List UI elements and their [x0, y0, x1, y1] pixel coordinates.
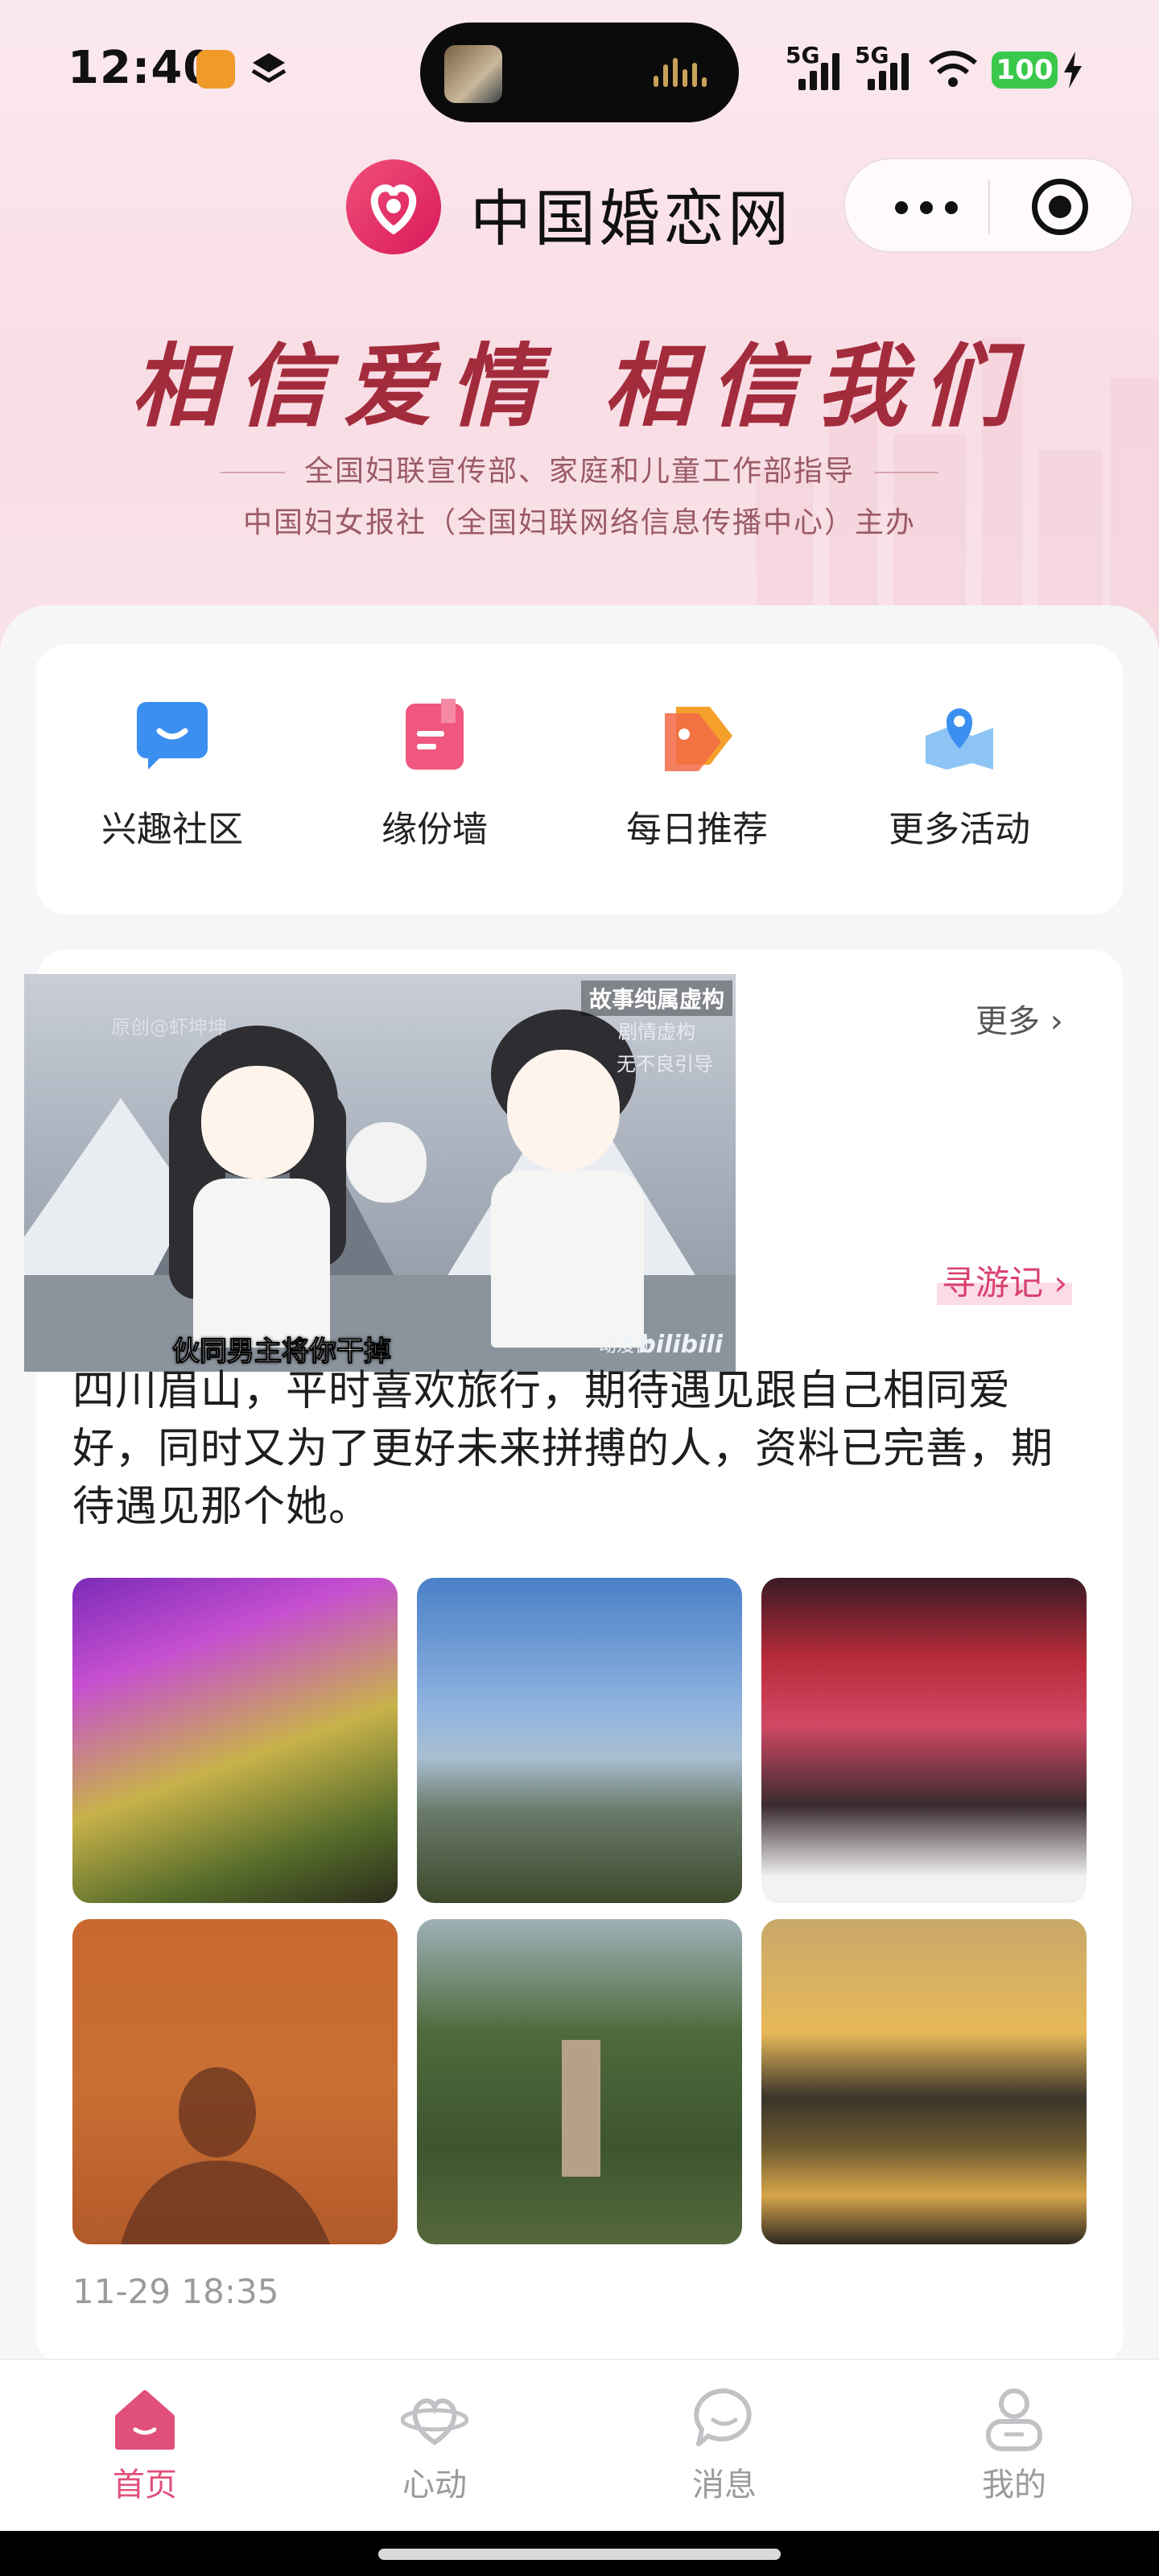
- wifi-icon: [929, 51, 977, 87]
- travel-log-tag[interactable]: 寻游记 ›: [937, 1256, 1073, 1305]
- bilibili-logo: bilibili: [638, 1331, 723, 1359]
- site-title: 中国婚恋网: [470, 183, 792, 254]
- close-mini-program-button[interactable]: [1032, 179, 1088, 235]
- layers-icon: [251, 53, 287, 83]
- shadow-wall-photo[interactable]: [72, 1919, 398, 2244]
- price-tag-icon: [665, 707, 732, 771]
- charging-bolt-icon: [1064, 52, 1082, 89]
- more-label: 更多: [975, 1003, 1040, 1040]
- sunset-lake-photo[interactable]: [761, 1919, 1087, 2244]
- quick-link-daily-recommend[interactable]: 每日推荐: [600, 683, 794, 876]
- quick-link-label: 更多活动: [889, 809, 1030, 850]
- video-note-1: 剧情虚构: [618, 1021, 695, 1043]
- post-timestamp: 11-29 18:35: [72, 2272, 279, 2311]
- silhouette-shadow: [121, 2067, 330, 2244]
- quick-link-label: 每日推荐: [626, 809, 768, 850]
- quick-links-card: 兴趣社区 缘份墙 每日推荐 更多活动: [35, 644, 1124, 914]
- more-options-button[interactable]: [890, 184, 963, 229]
- forest-stone-photo[interactable]: [417, 1919, 742, 2244]
- tab-label: 首页: [113, 2467, 177, 2504]
- target-icon: [1049, 196, 1071, 218]
- capsule-divider: [988, 180, 990, 233]
- tag-label: 寻游记: [942, 1263, 1044, 1302]
- bottom-tab-bar: 首页 心动 消息 我的: [0, 2359, 1159, 2531]
- tab-label: 消息: [692, 2467, 757, 2504]
- chevron-right-icon: ›: [1054, 1263, 1068, 1302]
- map-pin-icon: [926, 708, 993, 770]
- post-text: 四川眉山，平时喜欢旅行，期待遇见跟自己相同爱好，同时又为了更好未来拼搏的人，资料…: [72, 1367, 1054, 1531]
- cave-photo[interactable]: [72, 1578, 398, 1903]
- person-icon: [986, 2388, 1042, 2451]
- status-time: 12:40: [68, 42, 216, 94]
- audio-wave-icon: [654, 58, 710, 93]
- floating-video-player[interactable]: 原创@虾坤坤 故事纯属虚构 剧情虚构 无不良引导 伙同男主将你干掉 动漫社 bi…: [24, 974, 736, 1372]
- tab-label: 心动: [402, 2467, 467, 2504]
- opera-stage-photo[interactable]: [761, 1578, 1087, 1903]
- organizer-line-2: 中国妇女报社（全国妇联网络信息传播中心）主办: [242, 506, 916, 539]
- dynamic-island[interactable]: [420, 23, 739, 122]
- organizer-line-1: 全国妇联宣传部、家庭和儿童工作部指导: [0, 448, 1159, 489]
- message-bubble-icon: [694, 2388, 752, 2446]
- home-indicator[interactable]: [378, 2549, 781, 2560]
- video-disclaimer: 故事纯属虚构: [580, 980, 732, 1016]
- site-logo: [346, 159, 441, 254]
- divider-dash: [874, 472, 938, 473]
- tab-heartbeat[interactable]: 心动: [354, 2384, 515, 2513]
- heart-planet-icon: [401, 2398, 468, 2446]
- notification-app-icon: [196, 50, 235, 89]
- divider-dash: [220, 472, 285, 473]
- sea-cliff-photo[interactable]: [417, 1578, 742, 1903]
- tab-mine[interactable]: 我的: [934, 2384, 1095, 2513]
- video-watermark: 原创@虾坤坤: [111, 1016, 227, 1038]
- chat-bubble-icon: [137, 702, 208, 770]
- heart-logo-icon: [370, 184, 417, 235]
- status-bar: 12:40 5G 5G 100: [0, 0, 1159, 137]
- organizer-text-1: 全国妇联宣传部、家庭和儿童工作部指导: [303, 455, 855, 488]
- tab-home[interactable]: 首页: [64, 2384, 225, 2513]
- bookmark-note-icon: [406, 699, 464, 770]
- tab-label: 我的: [982, 2467, 1046, 2504]
- home-icon: [115, 2390, 175, 2450]
- now-playing-thumbnail: [444, 45, 502, 103]
- panda-character: [346, 1114, 435, 1211]
- more-link[interactable]: 更多 ›: [975, 995, 1063, 1042]
- quick-link-label: 兴趣社区: [101, 809, 243, 850]
- chevron-right-icon: ›: [1050, 1003, 1063, 1040]
- video-note-2: 无不良引导: [617, 1053, 713, 1075]
- slogan: 相信爱情 相信我们: [130, 334, 1029, 440]
- tab-messages[interactable]: 消息: [644, 2384, 805, 2513]
- signal-bars-icon: [798, 50, 847, 90]
- quick-link-more-activities[interactable]: 更多活动: [863, 683, 1056, 876]
- quick-link-label: 缘份墙: [382, 809, 488, 850]
- quick-link-fate-wall[interactable]: 缘份墙: [338, 683, 531, 876]
- quick-link-interest-community[interactable]: 兴趣社区: [76, 683, 269, 876]
- female-character: [161, 1026, 354, 1348]
- signal-bars-icon: [868, 50, 916, 90]
- mini-program-capsule: [843, 158, 1133, 253]
- stone-tablet: [562, 2040, 600, 2177]
- battery-indicator: 100: [992, 52, 1058, 89]
